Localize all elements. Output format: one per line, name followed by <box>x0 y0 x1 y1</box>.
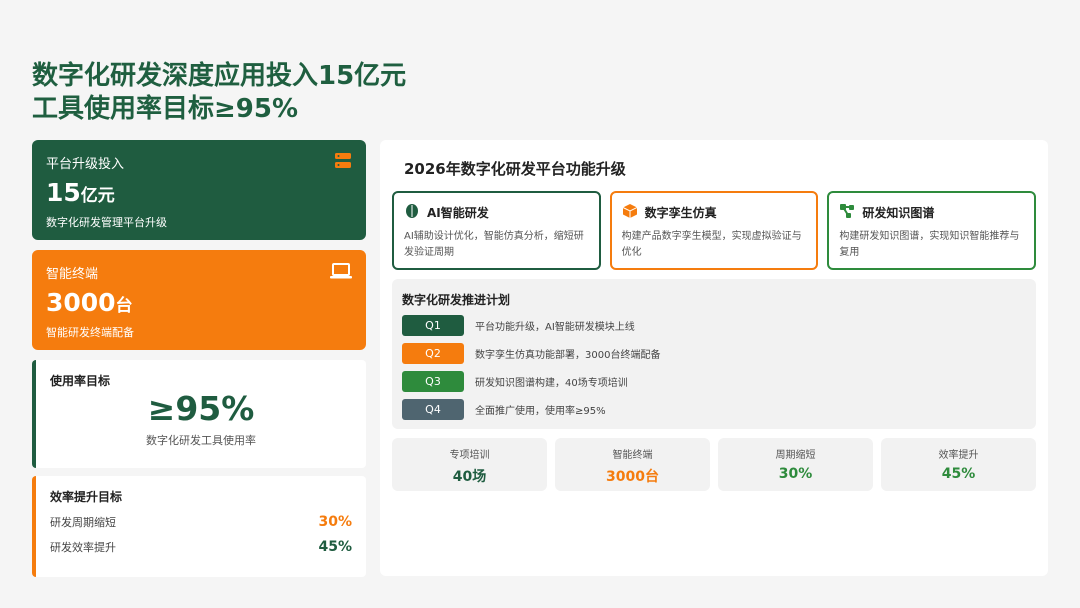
feature-title: 数字孪生仿真 <box>644 206 717 220</box>
quarter-badge: Q3 <box>402 371 464 392</box>
feature-cards: AI智能研发 AI辅助设计优化，智能仿真分析，缩短研发验证周期 数字孪生仿真 构… <box>392 191 1037 270</box>
efficiency-target-card: 效率提升目标 研发周期缩短 30% 研发效率提升 45% <box>32 476 366 577</box>
left-column: 平台升级投入 15亿元 数字化研发管理平台升级 智能终端 3000台 智能研发终… <box>32 140 366 577</box>
plan-row: Q4 全面推广使用，使用率≥95% <box>402 399 1026 420</box>
feature-card-ai: AI智能研发 AI辅助设计优化，智能仿真分析，缩短研发验证周期 <box>392 191 601 270</box>
efficiency-row: 研发周期缩短 30% <box>50 514 352 530</box>
usage-label: 使用率目标 <box>50 374 111 388</box>
kpi-sub: 智能研发终端配备 <box>46 326 134 339</box>
quarter-badge: Q4 <box>402 399 464 420</box>
stat-card-training: 专项培训 40场 <box>392 438 547 491</box>
efficiency-row-name: 研发效率提升 <box>50 541 116 554</box>
stat-label: 智能终端 <box>612 450 653 461</box>
kpi-sub: 数字化研发管理平台升级 <box>46 216 167 229</box>
plan-text: 数字孪生仿真功能部署，3000台终端配备 <box>475 350 661 361</box>
feature-title: AI智能研发 <box>427 206 489 220</box>
quarter-badge: Q2 <box>402 343 464 364</box>
stat-card-cycle: 周期缩短 30% <box>718 438 873 491</box>
brain-icon <box>404 203 420 222</box>
kpi-value: 3000台 <box>46 288 133 317</box>
cube-icon <box>622 203 638 222</box>
stat-value: 45% <box>941 466 976 482</box>
plan-text: 全面推广使用，使用率≥95% <box>475 406 606 417</box>
feature-desc: 构建研发知识图谱，实现知识智能推荐与复用 <box>839 231 1020 258</box>
efficiency-row: 研发效率提升 45% <box>50 539 352 555</box>
stat-card-efficiency: 效率提升 45% <box>881 438 1036 491</box>
efficiency-row-value: 45% <box>318 539 352 555</box>
usage-sub: 数字化研发工具使用率 <box>146 434 256 447</box>
stat-label: 专项培训 <box>449 450 490 461</box>
panel-title: 2026年数字化研发平台功能升级 <box>404 160 626 178</box>
plan-row: Q3 研发知识图谱构建，40场专项培训 <box>402 371 1026 392</box>
efficiency-row-value: 30% <box>318 514 352 530</box>
plan-row: Q1 平台功能升级，AI智能研发模块上线 <box>402 315 1026 336</box>
page-title: 数字化研发深度应用投入15亿元 工具使用率目标≥95% <box>32 60 406 126</box>
usage-target-card: 使用率目标 ≥95% 数字化研发工具使用率 <box>32 360 366 468</box>
usage-value: ≥95% <box>147 389 255 428</box>
plan-title: 数字化研发推进计划 <box>402 293 511 307</box>
stat-label: 效率提升 <box>938 450 979 461</box>
kpi-label: 智能终端 <box>46 267 99 282</box>
plan-row: Q2 数字孪生仿真功能部署，3000台终端配备 <box>402 343 1026 364</box>
kpi-label: 平台升级投入 <box>46 157 125 172</box>
kpi-card-investment: 平台升级投入 15亿元 数字化研发管理平台升级 <box>32 140 366 240</box>
stat-value: 40场 <box>452 469 487 485</box>
feature-desc: AI辅助设计优化，智能仿真分析，缩短研发验证周期 <box>404 231 584 258</box>
quarter-badge: Q1 <box>402 315 464 336</box>
feature-card-digital-twin: 数字孪生仿真 构建产品数字孪生模型，实现虚拟验证与优化 <box>609 191 819 270</box>
stats-row: 专项培训 40场 智能终端 3000台 周期缩短 30% 效率提升 45% <box>392 438 1036 491</box>
title-line-1: 数字化研发深度应用投入15亿元 <box>32 61 407 91</box>
plan-text: 研发知识图谱构建，40场专项培训 <box>475 378 628 389</box>
kpi-value: 15亿元 <box>46 178 115 207</box>
efficiency-row-name: 研发周期缩短 <box>50 516 116 529</box>
plan-text: 平台功能升级，AI智能研发模块上线 <box>475 322 635 333</box>
network-icon <box>839 203 855 222</box>
laptop-icon <box>330 262 352 284</box>
feature-card-knowledge-graph: 研发知识图谱 构建研发知识图谱，实现知识智能推荐与复用 <box>827 191 1037 270</box>
title-line-2: 工具使用率目标≥95% <box>32 94 299 124</box>
stat-label: 周期缩短 <box>775 450 816 461</box>
feature-title: 研发知识图谱 <box>862 206 935 220</box>
stat-value: 3000台 <box>606 469 659 485</box>
server-icon <box>334 152 352 174</box>
feature-desc: 构建产品数字孪生模型，实现虚拟验证与优化 <box>621 231 802 258</box>
stat-card-terminals: 智能终端 3000台 <box>555 438 710 491</box>
kpi-card-terminals: 智能终端 3000台 智能研发终端配备 <box>32 250 366 350</box>
platform-upgrade-panel: 2026年数字化研发平台功能升级 AI智能研发 AI辅助设计优化，智能仿真分析，… <box>380 140 1048 576</box>
stat-value: 30% <box>778 466 813 482</box>
plan-section: 数字化研发推进计划 Q1 平台功能升级，AI智能研发模块上线 Q2 数字孪生仿真… <box>392 279 1036 429</box>
efficiency-label: 效率提升目标 <box>50 490 123 504</box>
